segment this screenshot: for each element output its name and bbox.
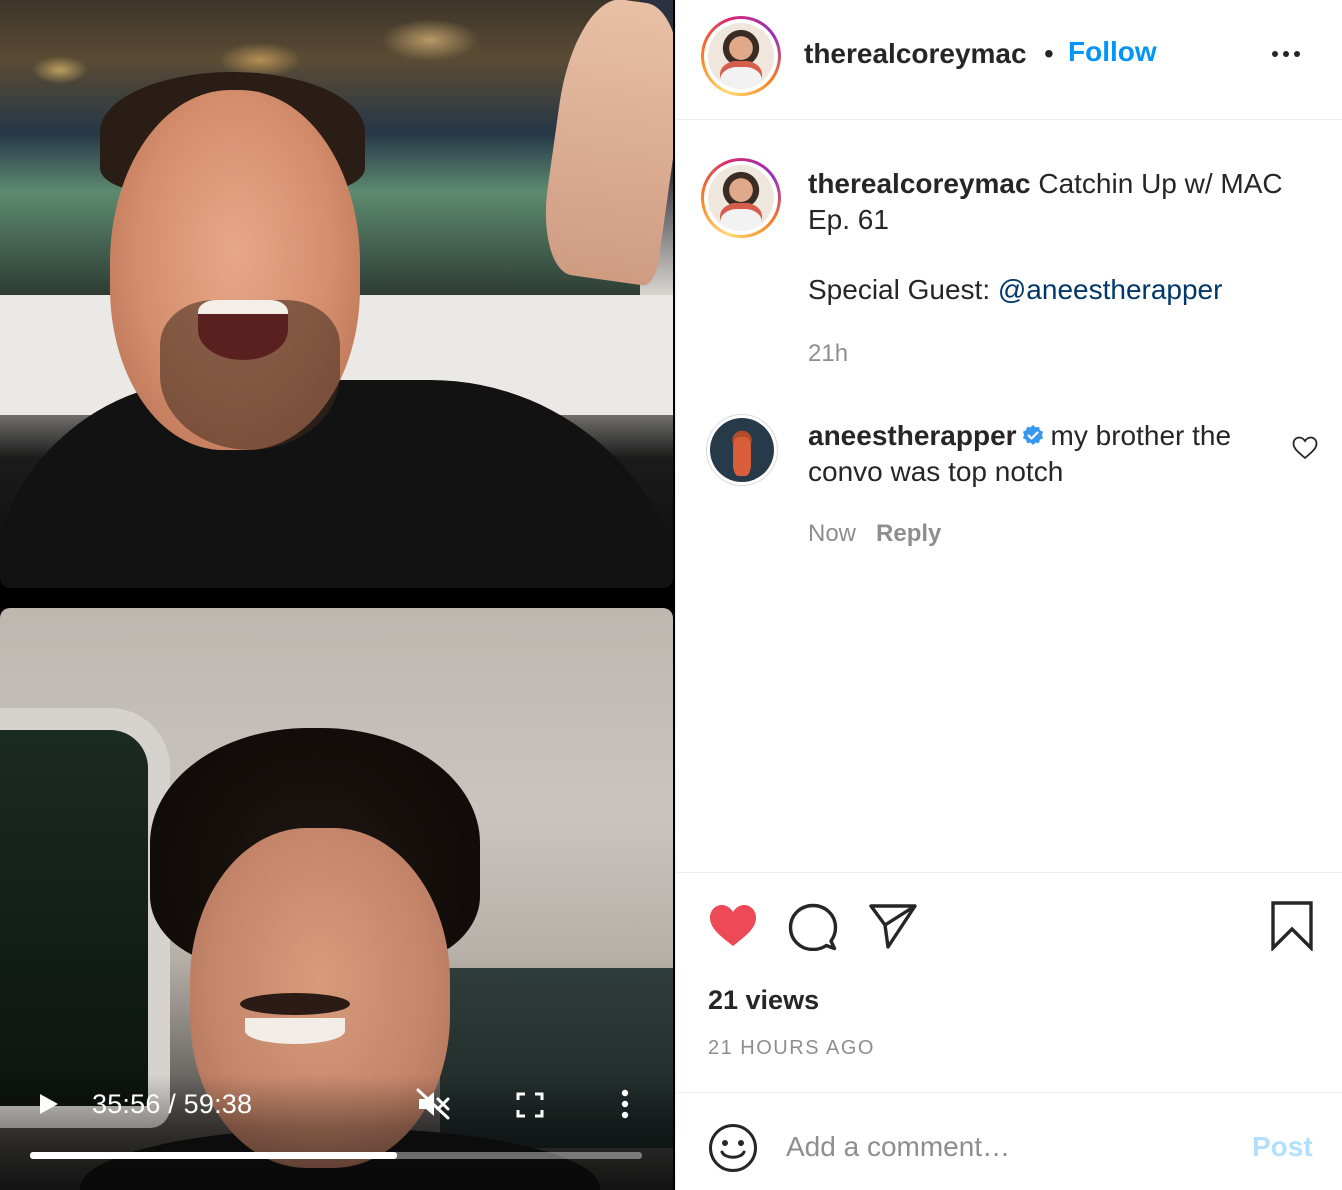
more-vertical-icon[interactable] — [612, 1088, 638, 1120]
guest-mention-link[interactable]: @aneestherapper — [998, 274, 1223, 305]
post-side-panel: therealcoreymac • Follow therealcoreymac… — [675, 0, 1342, 1190]
comment-meta: Now Reply — [808, 520, 941, 548]
play-icon[interactable] — [36, 1092, 60, 1116]
verified-badge-icon — [1022, 425, 1043, 445]
video-progress-bar[interactable] — [30, 1152, 642, 1159]
bookmark-icon[interactable] — [1270, 901, 1314, 953]
heart-outline-icon[interactable] — [1292, 436, 1318, 460]
video-player[interactable]: 35:56 / 59:38 — [0, 0, 675, 1190]
caption-guest-line: Special Guest: @aneestherapper — [808, 274, 1222, 306]
commenter-username[interactable]: aneestherapper — [808, 420, 1017, 451]
caption-username[interactable]: therealcoreymac — [808, 168, 1031, 199]
caption-text: therealcoreymac Catchin Up w/ MAC Ep. 61 — [808, 166, 1308, 238]
view-count[interactable]: 21 views — [708, 985, 819, 1016]
share-icon[interactable] — [868, 903, 918, 949]
comment-composer: Post — [676, 1092, 1342, 1190]
video-frame-host — [0, 0, 673, 588]
caption-timestamp: 21h — [808, 340, 849, 367]
video-progress-fill — [30, 1152, 398, 1159]
post-modal: 35:56 / 59:38 therealcoreymac • Follow t… — [0, 0, 1342, 1190]
more-horizontal-icon[interactable] — [1272, 44, 1308, 64]
comment-text: aneestherapper my brother the convo was t… — [808, 418, 1278, 490]
post-actions: 21 views 21 HOURS AGO — [676, 872, 1342, 1092]
post-header: therealcoreymac • Follow — [676, 0, 1342, 120]
reply-button[interactable]: Reply — [876, 520, 941, 547]
header-separator: • — [1044, 38, 1054, 69]
post-age: 21 HOURS AGO — [708, 1037, 875, 1059]
commenter-avatar[interactable] — [706, 414, 778, 486]
comment-timestamp: Now — [808, 520, 857, 547]
caption-avatar[interactable] — [701, 158, 781, 238]
comment-icon[interactable] — [788, 903, 838, 952]
video-time: 35:56 / 59:38 — [92, 1089, 253, 1119]
comment-input[interactable] — [786, 1121, 1226, 1173]
author-avatar[interactable] — [701, 16, 781, 96]
author-username[interactable]: therealcoreymac — [804, 38, 1027, 70]
post-button[interactable]: Post — [1252, 1131, 1313, 1163]
follow-button[interactable]: Follow — [1068, 36, 1157, 68]
fullscreen-icon[interactable] — [515, 1091, 545, 1119]
emoji-icon[interactable] — [708, 1123, 758, 1173]
caption-guest-prefix: Special Guest: — [808, 274, 998, 305]
volume-muted-icon[interactable] — [416, 1088, 452, 1120]
heart-filled-icon[interactable] — [708, 903, 758, 949]
